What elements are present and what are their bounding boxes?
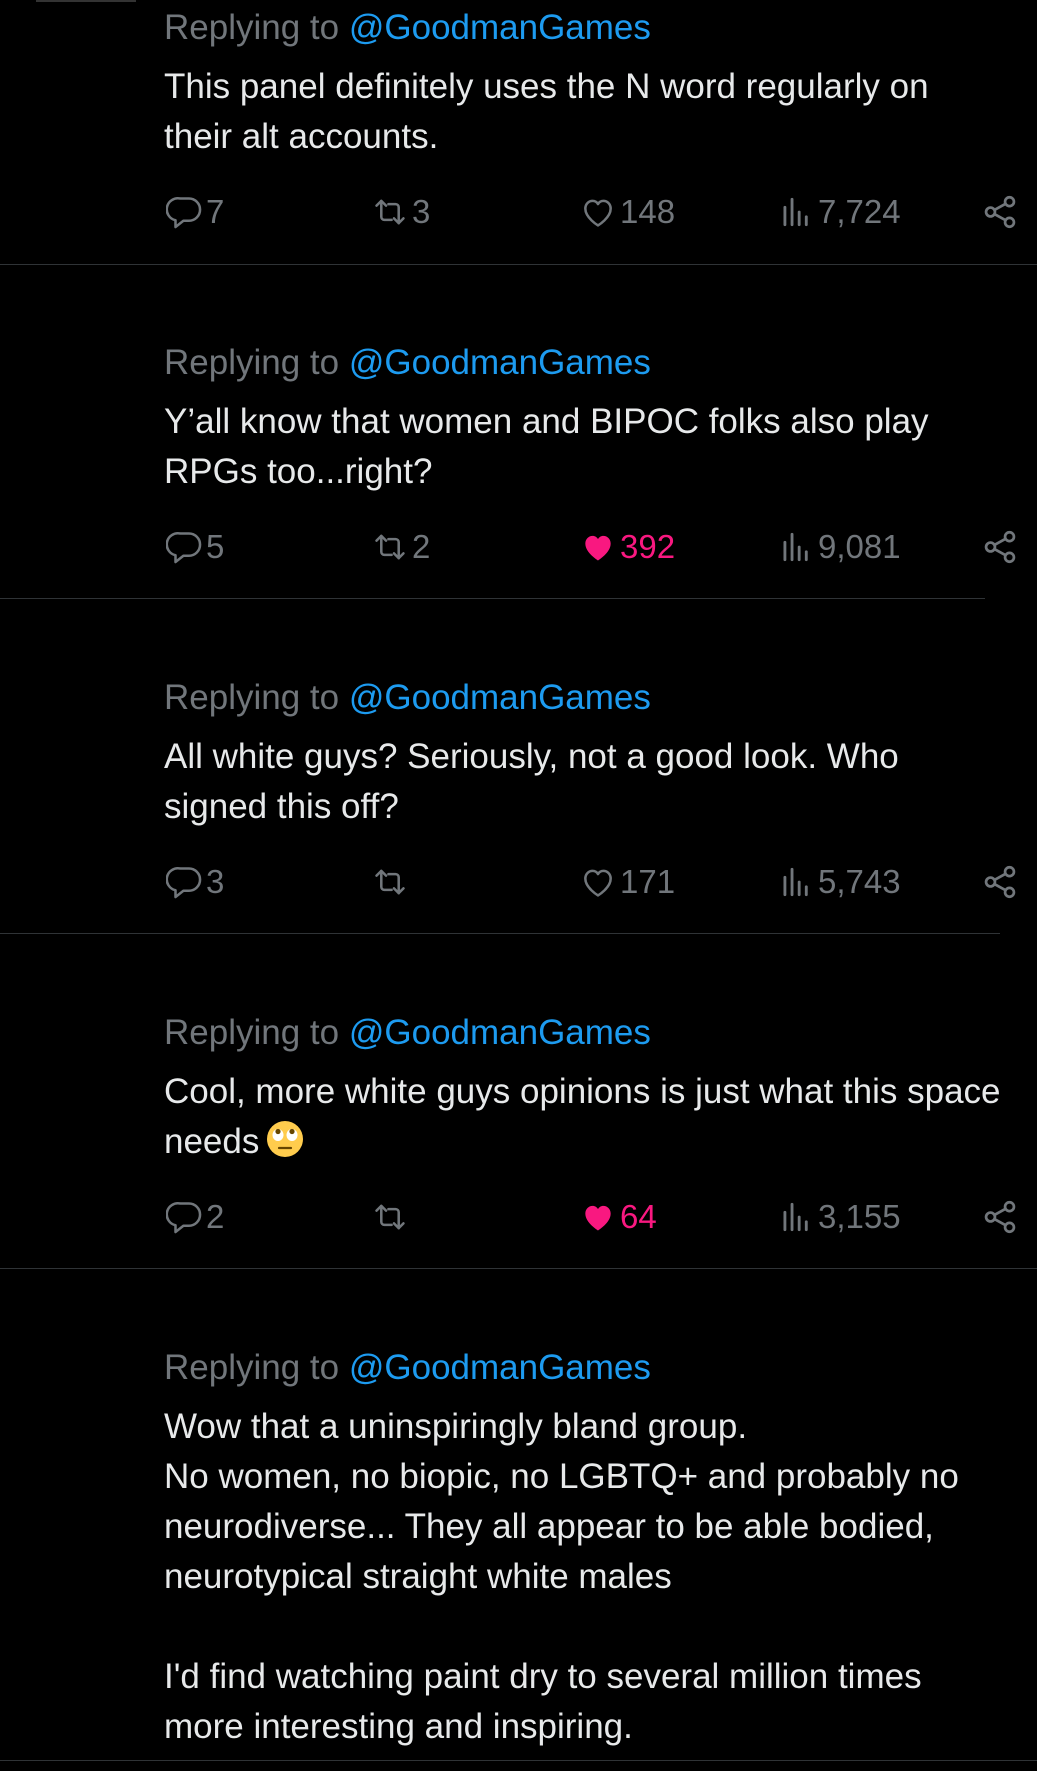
tweet-text: Cool, more white guys opinions is just w…: [164, 1067, 1004, 1167]
repost-button[interactable]: 2: [370, 522, 430, 572]
replying-handle-link[interactable]: @GoodmanGames: [349, 1013, 651, 1052]
reply-button[interactable]: 3: [166, 857, 224, 907]
reply-icon: [166, 528, 204, 566]
view-count: 7,724: [818, 193, 901, 230]
heart-icon: [578, 193, 618, 231]
replying-handle-link[interactable]: @GoodmanGames: [349, 343, 651, 382]
divider: [0, 1268, 1037, 1269]
repost-icon: [370, 528, 410, 566]
like-button[interactable]: 171: [578, 857, 675, 907]
share-icon: [980, 528, 1020, 566]
replying-to-line: Replying to @GoodmanGames: [164, 8, 651, 48]
reply-icon: [166, 1198, 204, 1236]
replying-prefix: Replying to: [164, 1348, 340, 1387]
reply-count: 2: [206, 1198, 225, 1235]
replying-to-line: Replying to @GoodmanGames: [164, 1348, 651, 1388]
repost-button[interactable]: [370, 1192, 412, 1242]
replying-handle-link[interactable]: @GoodmanGames: [349, 678, 651, 717]
replying-to-line: Replying to @GoodmanGames: [164, 343, 651, 383]
share-button[interactable]: [980, 522, 1020, 572]
action-bar: 2 64 3,155: [0, 1192, 1037, 1242]
heart-icon: [578, 1198, 618, 1236]
view-count: 9,081: [818, 528, 901, 565]
like-count: 64: [620, 1198, 657, 1235]
action-bar: 3 171 5,743: [0, 857, 1037, 907]
repost-icon: [370, 1198, 410, 1236]
tweet-text: This panel definitely uses the N word re…: [164, 67, 929, 156]
face-with-rolling-eyes-icon: [265, 1119, 305, 1159]
views-icon: [776, 193, 816, 231]
reply-icon: [166, 863, 204, 901]
repost-icon: [370, 193, 410, 231]
action-bar: 5 2 392 9,081: [0, 522, 1037, 572]
tweet-text: All white guys? Seriously, not a good lo…: [164, 737, 899, 826]
replying-prefix: Replying to: [164, 1013, 340, 1052]
reply-count: 5: [206, 528, 225, 565]
like-button[interactable]: 392: [578, 522, 675, 572]
repost-button[interactable]: [370, 857, 412, 907]
share-button[interactable]: [980, 857, 1020, 907]
repost-icon: [370, 863, 410, 901]
share-icon: [980, 193, 1020, 231]
replying-handle-link[interactable]: @GoodmanGames: [349, 8, 651, 47]
replying-handle-link[interactable]: @GoodmanGames: [349, 1348, 651, 1387]
views-button[interactable]: 5,743: [776, 857, 901, 907]
share-icon: [980, 1198, 1020, 1236]
reply-icon: [166, 193, 204, 231]
reply-button[interactable]: 7: [166, 187, 224, 237]
like-button[interactable]: 148: [578, 187, 675, 237]
like-count: 392: [620, 528, 676, 565]
divider: [0, 264, 1037, 265]
reply-count: 3: [206, 863, 225, 900]
share-icon: [980, 863, 1020, 901]
tweet-text: Y’all know that women and BIPOC folks al…: [164, 402, 929, 491]
replying-prefix: Replying to: [164, 678, 340, 717]
reply-button[interactable]: 2: [166, 1192, 224, 1242]
views-button[interactable]: 7,724: [776, 187, 901, 237]
divider: [0, 933, 1000, 934]
views-button[interactable]: 9,081: [776, 522, 901, 572]
reply-count: 7: [206, 193, 225, 230]
views-icon: [776, 1198, 816, 1236]
heart-icon: [578, 863, 618, 901]
repost-count: 2: [412, 528, 431, 565]
like-count: 171: [620, 863, 676, 900]
share-button[interactable]: [980, 1192, 1020, 1242]
views-icon: [776, 863, 816, 901]
top-edge-mark: [36, 0, 136, 2]
views-icon: [776, 528, 816, 566]
views-button[interactable]: 3,155: [776, 1192, 901, 1242]
repost-count: 3: [412, 193, 431, 230]
like-button[interactable]: 64: [578, 1192, 657, 1242]
divider: [0, 1760, 1037, 1761]
view-count: 5,743: [818, 863, 901, 900]
view-count: 3,155: [818, 1198, 901, 1235]
share-button[interactable]: [980, 187, 1020, 237]
replying-to-line: Replying to @GoodmanGames: [164, 1013, 651, 1053]
repost-button[interactable]: 3: [370, 187, 430, 237]
tweet-text: Wow that a uninspiringly bland group. No…: [164, 1407, 959, 1746]
divider: [0, 598, 985, 599]
replying-prefix: Replying to: [164, 8, 340, 47]
heart-icon: [578, 528, 618, 566]
action-bar: 7 3 148 7,724: [0, 187, 1037, 237]
replying-to-line: Replying to @GoodmanGames: [164, 678, 651, 718]
replying-prefix: Replying to: [164, 343, 340, 382]
like-count: 148: [620, 193, 676, 230]
reply-button[interactable]: 5: [166, 522, 224, 572]
